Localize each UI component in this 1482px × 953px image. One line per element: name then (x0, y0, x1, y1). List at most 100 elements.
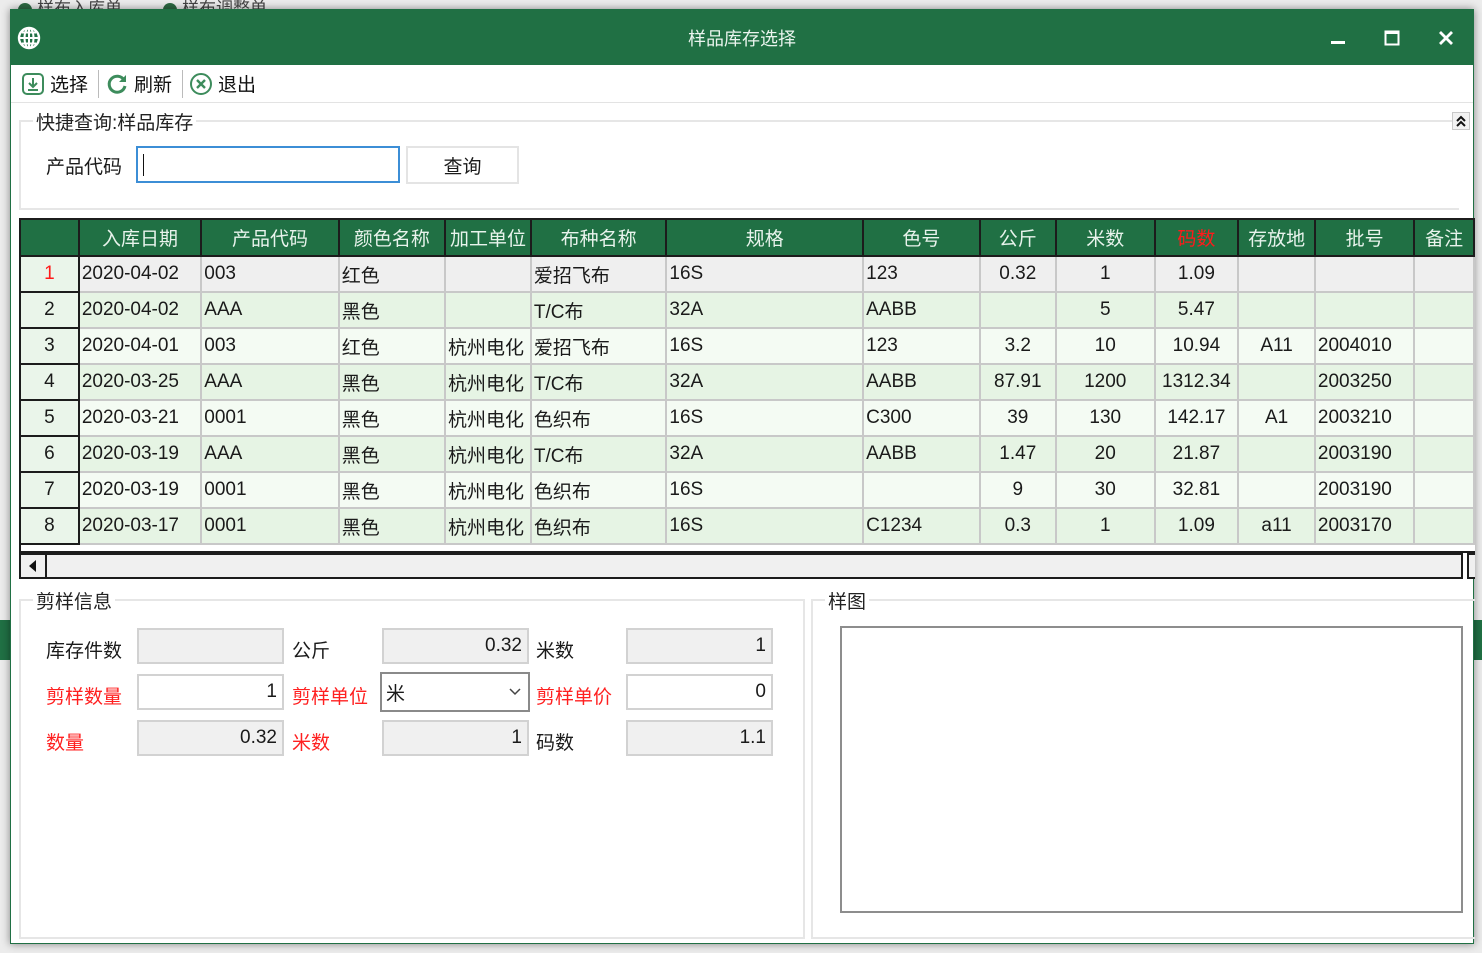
column-header-date[interactable]: 入库日期 (78, 220, 203, 257)
cell-batch[interactable]: 2003190 (1314, 472, 1416, 509)
table-row[interactable]: 1 2020-04-02 003 红色 爱招飞布 16S 123 0.32 1 1.09 (21, 255, 1475, 293)
cell-batch[interactable]: 2003190 (1314, 436, 1416, 473)
cell-meters[interactable]: 30 (1055, 472, 1156, 509)
cell-color-name[interactable]: 黑色 (338, 472, 447, 509)
cell-processor[interactable]: 杭州电化 (445, 436, 532, 473)
cut-price-input[interactable]: 0 (626, 674, 773, 710)
cell-date[interactable]: 2020-03-19 (78, 436, 203, 473)
cell-product-code[interactable]: 0001 (201, 508, 340, 545)
row-number-cell[interactable]: 4 (21, 363, 80, 401)
cell-color-name[interactable]: 黑色 (338, 292, 447, 329)
cell-kg[interactable]: 0.3 (979, 508, 1057, 545)
cell-kg[interactable]: 3.2 (979, 328, 1057, 365)
table-row[interactable]: 8 2020-03-17 0001 黑色 杭州电化 色织布 16S C1234 0.3 1 1.09… (21, 507, 1475, 545)
cell-color-name[interactable]: 红色 (338, 328, 447, 365)
quantity-field[interactable]: 0.32 (137, 720, 284, 756)
cell-spec[interactable]: 16S (666, 328, 865, 365)
cell-fabric[interactable]: 爱招飞布 (530, 256, 668, 293)
column-header-spec[interactable]: 规格 (666, 220, 865, 257)
cell-product-code[interactable]: AAA (201, 292, 340, 329)
cell-processor[interactable] (445, 256, 532, 293)
cell-batch[interactable]: 2003210 (1314, 400, 1416, 437)
cell-remark[interactable] (1414, 292, 1475, 329)
cell-remark[interactable] (1414, 400, 1475, 437)
cell-color-no[interactable]: C1234 (863, 508, 981, 545)
cell-location[interactable] (1238, 256, 1316, 293)
cell-color-no[interactable]: AABB (863, 436, 981, 473)
cell-remark[interactable] (1414, 436, 1475, 473)
cell-batch[interactable] (1314, 292, 1416, 329)
cell-fabric[interactable]: 色织布 (530, 472, 668, 509)
cell-date[interactable]: 2020-03-19 (78, 472, 203, 509)
cell-processor[interactable]: 杭州电化 (445, 328, 532, 365)
cell-fabric[interactable]: 色织布 (530, 400, 668, 437)
cell-spec[interactable]: 32A (666, 436, 865, 473)
cell-product-code[interactable]: AAA (201, 436, 340, 473)
close-button[interactable] (1419, 10, 1473, 65)
meters2-field[interactable]: 1 (382, 720, 529, 756)
cell-meters[interactable]: 10 (1055, 328, 1156, 365)
cell-yards[interactable]: 5.47 (1154, 292, 1240, 329)
sample-image-box[interactable] (840, 626, 1463, 913)
cell-color-name[interactable]: 红色 (338, 256, 447, 293)
cell-yards[interactable]: 21.87 (1154, 436, 1240, 473)
cell-yards[interactable]: 1312.34 (1154, 364, 1240, 401)
cell-color-no[interactable] (863, 472, 981, 509)
column-header-product-code[interactable]: 产品代码 (201, 220, 340, 257)
cut-unit-select[interactable]: 米 (380, 672, 530, 712)
cell-remark[interactable] (1414, 364, 1475, 401)
yards-field[interactable]: 1.1 (626, 720, 773, 756)
cell-batch[interactable] (1314, 256, 1416, 293)
kg-field[interactable]: 0.32 (382, 628, 529, 664)
cell-processor[interactable]: 杭州电化 (445, 472, 532, 509)
cell-meters[interactable]: 1200 (1055, 364, 1156, 401)
cell-batch[interactable]: 2004010 (1314, 328, 1416, 365)
cell-processor[interactable] (445, 292, 532, 329)
table-row[interactable]: 5 2020-03-21 0001 黑色 杭州电化 色织布 16S C300 39 130 142.… (21, 399, 1475, 437)
cell-date[interactable]: 2020-04-02 (78, 292, 203, 329)
cell-spec[interactable]: 16S (666, 508, 865, 545)
cell-yards[interactable]: 32.81 (1154, 472, 1240, 509)
column-header-processor[interactable]: 加工单位 (445, 220, 532, 257)
cell-kg[interactable] (979, 292, 1057, 329)
minimize-button[interactable] (1311, 10, 1365, 65)
table-row[interactable]: 4 2020-03-25 AAA 黑色 杭州电化 T/C布 32A AABB 87.91 1200… (21, 363, 1475, 401)
select-button[interactable]: 选择 (19, 69, 94, 99)
query-button[interactable]: 查询 (406, 146, 519, 184)
cell-remark[interactable] (1414, 328, 1475, 365)
cell-fabric[interactable]: 色织布 (530, 508, 668, 545)
table-row[interactable]: 3 2020-04-01 003 红色 杭州电化 爱招飞布 16S 123 3.2 10 10.94… (21, 327, 1475, 365)
cell-fabric[interactable]: T/C布 (530, 292, 668, 329)
cell-color-no[interactable]: AABB (863, 364, 981, 401)
cell-product-code[interactable]: AAA (201, 364, 340, 401)
cell-fabric[interactable]: 爱招飞布 (530, 328, 668, 365)
column-header-location[interactable]: 存放地 (1238, 220, 1316, 257)
cell-batch[interactable]: 2003250 (1314, 364, 1416, 401)
cell-date[interactable]: 2020-04-02 (78, 256, 203, 293)
cell-spec[interactable]: 32A (666, 292, 865, 329)
stock-pieces-field[interactable] (137, 628, 284, 664)
scroll-left-button[interactable] (21, 555, 47, 577)
exit-button[interactable]: 退出 (187, 69, 262, 99)
cell-spec[interactable]: 16S (666, 472, 865, 509)
cell-color-name[interactable]: 黑色 (338, 508, 447, 545)
cell-fabric[interactable]: T/C布 (530, 364, 668, 401)
cell-date[interactable]: 2020-03-17 (78, 508, 203, 545)
row-number-cell[interactable]: 8 (21, 507, 80, 545)
cell-date[interactable]: 2020-03-25 (78, 364, 203, 401)
table-row[interactable]: 6 2020-03-19 AAA 黑色 杭州电化 T/C布 32A AABB 1.47 20 21.… (21, 435, 1475, 473)
cell-product-code[interactable]: 0001 (201, 472, 340, 509)
collapse-button[interactable] (1452, 112, 1470, 130)
cell-meters[interactable]: 5 (1055, 292, 1156, 329)
column-header-kg[interactable]: 公斤 (979, 220, 1057, 257)
column-header-rownum[interactable] (21, 220, 80, 257)
cell-yards[interactable]: 142.17 (1154, 400, 1240, 437)
horizontal-scrollbar[interactable] (19, 553, 1463, 579)
cell-processor[interactable]: 杭州电化 (445, 364, 532, 401)
cell-location[interactable]: A1 (1238, 400, 1316, 437)
cell-kg[interactable]: 39 (979, 400, 1057, 437)
column-header-yards[interactable]: 码数 (1154, 220, 1240, 257)
row-number-cell[interactable]: 5 (21, 399, 80, 437)
cell-product-code[interactable]: 003 (201, 328, 340, 365)
cell-product-code[interactable]: 003 (201, 256, 340, 293)
